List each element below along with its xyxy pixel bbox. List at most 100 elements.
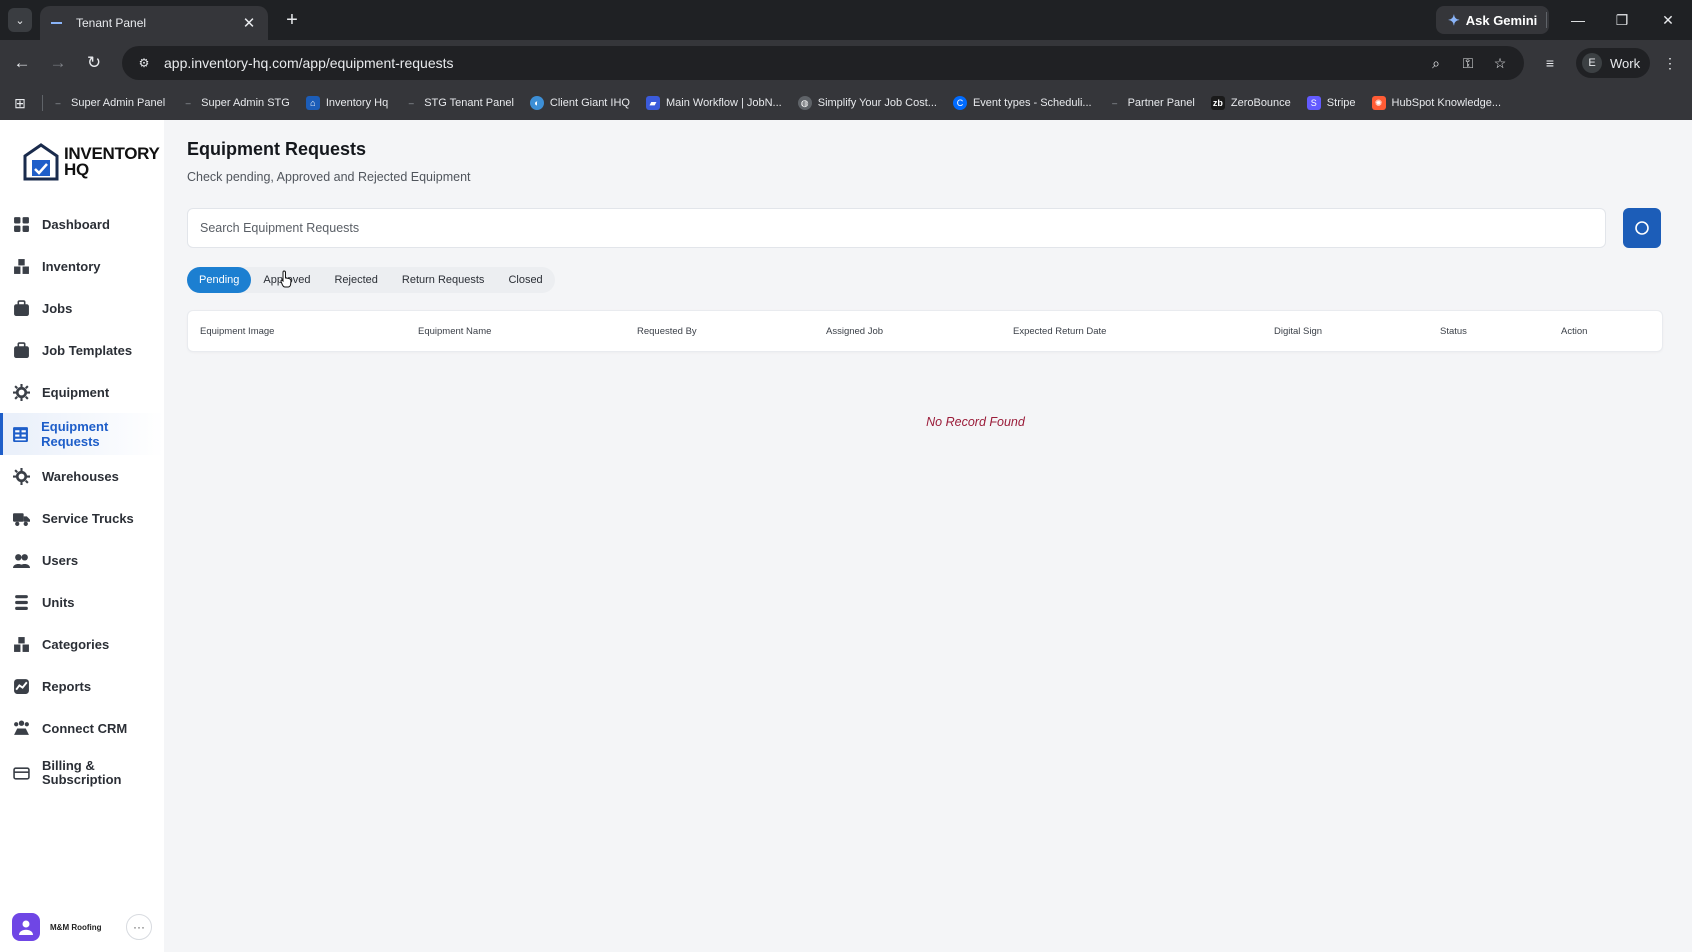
- bookmarks-divider: [42, 95, 43, 111]
- tab-closed[interactable]: Closed: [496, 267, 554, 293]
- dash-icon: –: [55, 98, 61, 108]
- restore-icon[interactable]: ❐: [1610, 8, 1634, 32]
- units-icon: [12, 593, 30, 611]
- equipment-icon: [12, 383, 30, 401]
- bookmark-item[interactable]: ⌂ Inventory Hq: [305, 96, 388, 110]
- jobn-icon: ▰: [645, 96, 660, 110]
- sidebar-item-service-trucks[interactable]: Service Trucks: [0, 497, 164, 539]
- search-box[interactable]: [187, 208, 1606, 248]
- tab-title: Tenant Panel: [76, 16, 147, 30]
- more-options-icon[interactable]: ···: [126, 914, 152, 940]
- browser-tab-strip: ⌄ Tenant Panel ✕ + ✦ Ask Gemini — ❐ ✕: [0, 0, 1692, 40]
- column-header: Assigned Job: [826, 326, 884, 337]
- sidebar-item-billing[interactable]: Billing & Subscription: [0, 749, 164, 797]
- sidebar-item-inventory[interactable]: Inventory: [0, 245, 164, 287]
- sidebar-item-units[interactable]: Units: [0, 581, 164, 623]
- sidebar-nav: Dashboard Inventory Jobs Job Templates E…: [0, 203, 164, 797]
- tab-pending[interactable]: Pending: [187, 267, 252, 293]
- bookmark-item[interactable]: – Super Admin Panel: [51, 96, 165, 110]
- tab-return-requests[interactable]: Return Requests: [390, 267, 497, 293]
- bookmark-item[interactable]: – Partner Panel: [1108, 96, 1195, 110]
- warehouse-logo-icon: [23, 143, 59, 181]
- back-arrow-icon[interactable]: ←: [10, 51, 34, 75]
- reports-icon: [12, 677, 30, 695]
- account-switcher[interactable]: M&M Roofing ···: [12, 912, 152, 942]
- users-icon: [12, 551, 30, 569]
- bookmark-item[interactable]: zb ZeroBounce: [1210, 96, 1291, 110]
- sidebar-item-job-templates[interactable]: Job Templates: [0, 329, 164, 371]
- reading-list-icon[interactable]: ≡: [1538, 51, 1562, 75]
- jobs-icon: [12, 299, 30, 317]
- ask-gemini-label: Ask Gemini: [1465, 12, 1538, 28]
- sidebar-item-warehouses[interactable]: Warehouses: [0, 455, 164, 497]
- url-text[interactable]: app.inventory-hq.com/app/equipment-reque…: [164, 55, 1416, 71]
- profile-name: Work: [1610, 55, 1641, 71]
- sidebar-item-equipment-requests[interactable]: Equipment Requests: [0, 413, 164, 455]
- search-icon: [1635, 221, 1649, 235]
- inventory-hq-logo[interactable]: INVENTORY HQ: [22, 142, 160, 182]
- crm-icon: [12, 719, 30, 737]
- bookmark-item[interactable]: – STG Tenant Panel: [404, 96, 514, 110]
- bookmarks-bar: ⊞ – Super Admin Panel – Super Admin STG ⌂ I…: [0, 86, 1692, 120]
- dashboard-icon: [12, 215, 30, 233]
- new-tab-icon[interactable]: +: [280, 8, 304, 32]
- equipment-requests-icon: [12, 425, 29, 443]
- column-header: Digital Sign: [1274, 326, 1323, 337]
- zb-icon: zb: [1210, 96, 1225, 110]
- empty-state: No Record Found: [164, 413, 1692, 431]
- billing-icon: [12, 764, 30, 782]
- bookmark-item[interactable]: ✺ HubSpot Knowledge...: [1371, 96, 1501, 110]
- bookmark-item[interactable]: S Stripe: [1306, 96, 1356, 110]
- dash-icon: –: [408, 98, 414, 108]
- site-info-icon[interactable]: ⚙: [134, 53, 154, 73]
- status-tabs: Pending Approved Rejected Return Request…: [187, 267, 555, 293]
- stripe-icon: S: [1306, 96, 1321, 110]
- bookmark-item[interactable]: ◍ Simplify Your Job Cost...: [797, 96, 937, 110]
- tab-close-icon[interactable]: ✕: [240, 14, 258, 32]
- zoom-icon[interactable]: ⌕: [1424, 51, 1448, 75]
- calendly-icon: C: [952, 96, 967, 110]
- search-button[interactable]: [1623, 208, 1661, 248]
- window-close-icon[interactable]: ✕: [1656, 8, 1680, 32]
- sidebar-item-users[interactable]: Users: [0, 539, 164, 581]
- app-root: INVENTORY HQ Dashboard Inventory Jobs Jo…: [0, 120, 1692, 952]
- bookmark-item[interactable]: ▰ Main Workflow | JobN...: [645, 96, 782, 110]
- profile-chip[interactable]: E Work: [1576, 48, 1651, 78]
- forward-arrow-icon[interactable]: →: [46, 51, 70, 75]
- page-title: Equipment Requests: [187, 139, 367, 159]
- column-header: Equipment Image: [200, 326, 275, 337]
- column-header: Expected Return Date: [1013, 326, 1107, 337]
- sidebar-item-jobs[interactable]: Jobs: [0, 287, 164, 329]
- bookmark-item[interactable]: – Super Admin STG: [181, 96, 290, 110]
- mouse-pointer-icon: [280, 270, 292, 288]
- bookmark-star-icon[interactable]: ☆: [1488, 51, 1512, 75]
- main-content: Equipment Requests Check pending, Approv…: [164, 120, 1692, 952]
- address-bar[interactable]: ⚙ app.inventory-hq.com/app/equipment-req…: [122, 46, 1524, 80]
- reload-icon[interactable]: ↻: [82, 51, 106, 75]
- hubspot-icon: ✺: [1371, 96, 1386, 110]
- user-avatar: [12, 913, 40, 941]
- tab-search-chevron-icon[interactable]: ⌄: [8, 8, 32, 32]
- search-input[interactable]: [200, 221, 1593, 235]
- bookmark-item[interactable]: C Event types - Scheduli...: [952, 96, 1092, 110]
- password-key-icon[interactable]: ⚿: [1456, 51, 1480, 75]
- browser-toolbar: ← → ↻ ⚙ app.inventory-hq.com/app/equipme…: [0, 40, 1692, 86]
- minimize-icon[interactable]: —: [1566, 8, 1590, 32]
- sidebar-item-connect-crm[interactable]: Connect CRM: [0, 707, 164, 749]
- sidebar-item-dashboard[interactable]: Dashboard: [0, 203, 164, 245]
- ask-gemini-button[interactable]: ✦ Ask Gemini: [1436, 6, 1550, 34]
- window-controls-divider: [1546, 12, 1547, 28]
- sidebar-item-equipment[interactable]: Equipment: [0, 371, 164, 413]
- sidebar: INVENTORY HQ Dashboard Inventory Jobs Jo…: [0, 120, 164, 952]
- apps-grid-icon[interactable]: ⊞: [10, 93, 30, 113]
- bookmark-item[interactable]: ◐ Client Giant IHQ: [529, 96, 630, 110]
- sidebar-item-categories[interactable]: Categories: [0, 623, 164, 665]
- truck-icon: [12, 509, 30, 527]
- tab-rejected[interactable]: Rejected: [322, 267, 389, 293]
- browser-tab[interactable]: Tenant Panel ✕: [40, 6, 268, 40]
- dash-icon: –: [1112, 98, 1118, 108]
- browser-menu-icon[interactable]: ⋮: [1658, 51, 1682, 75]
- empty-state-text: No Record Found: [926, 415, 1025, 429]
- gemini-star-icon: ✦: [1448, 11, 1460, 28]
- sidebar-item-reports[interactable]: Reports: [0, 665, 164, 707]
